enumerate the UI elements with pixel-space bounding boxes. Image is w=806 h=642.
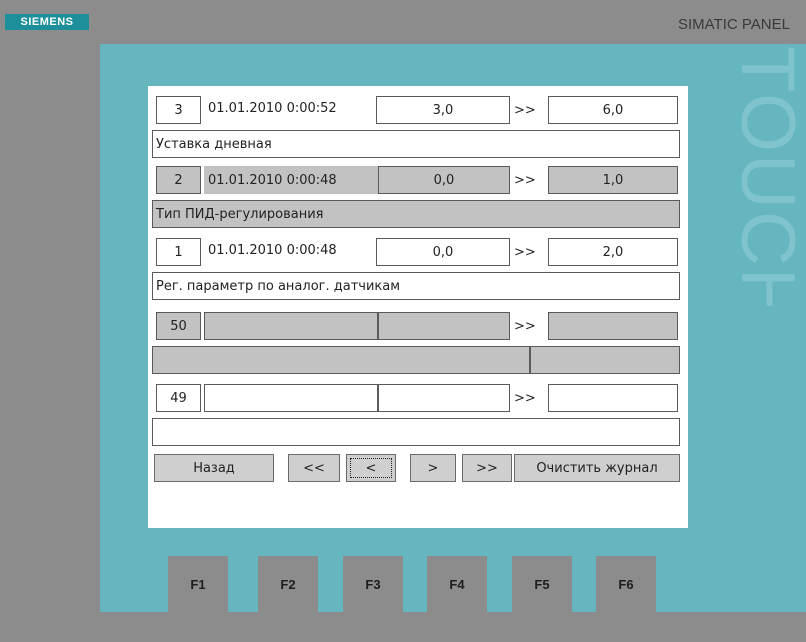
touch-lettering: TOUCH xyxy=(728,46,806,306)
entry-old-value[interactable] xyxy=(378,384,510,412)
entry-description: Рег. параметр по аналог. датчикам xyxy=(152,272,680,300)
last-page-button[interactable]: >> xyxy=(462,454,512,482)
entry-number: 2 xyxy=(156,166,201,194)
hmi-screen: 3 01.01.2010 0:00:52 3,0 >> 6,0 Уставка … xyxy=(148,86,688,528)
entry-number: 3 xyxy=(156,96,201,124)
function-key-f2[interactable]: F2 xyxy=(258,556,318,612)
entry-new-value[interactable]: 2,0 xyxy=(548,238,678,266)
entry-arrow: >> xyxy=(514,390,536,406)
entry-old-value[interactable]: 0,0 xyxy=(376,238,510,266)
entry-new-value[interactable]: 1,0 xyxy=(548,166,678,194)
entry-arrow: >> xyxy=(514,172,536,188)
entry-number: 50 xyxy=(156,312,201,340)
function-key-f6[interactable]: F6 xyxy=(596,556,656,612)
siemens-logo: SIEMENS xyxy=(5,14,89,30)
entry-timestamp xyxy=(204,312,378,340)
function-key-f3[interactable]: F3 xyxy=(343,556,403,612)
next-page-button[interactable]: > xyxy=(410,454,456,482)
entry-arrow: >> xyxy=(514,318,536,334)
entry-old-value[interactable]: 3,0 xyxy=(376,96,510,124)
function-key-f5[interactable]: F5 xyxy=(512,556,572,612)
entry-old-value[interactable]: 0,0 xyxy=(378,166,510,194)
entry-description: Уставка дневная xyxy=(152,130,680,158)
function-key-f4[interactable]: F4 xyxy=(427,556,487,612)
entry-timestamp: 01.01.2010 0:00:48 xyxy=(204,166,378,194)
previous-page-button[interactable]: < xyxy=(346,454,396,482)
entry-number: 49 xyxy=(156,384,201,412)
entry-description xyxy=(152,418,680,446)
entry-timestamp xyxy=(204,384,378,412)
entry-new-value[interactable] xyxy=(548,384,678,412)
entry-timestamp: 01.01.2010 0:00:52 xyxy=(208,100,337,116)
entry-number: 1 xyxy=(156,238,201,266)
entry-description: Тип ПИД-регулирования xyxy=(152,200,680,228)
clear-log-button[interactable]: Очистить журнал xyxy=(514,454,680,482)
entry-timestamp: 01.01.2010 0:00:48 xyxy=(208,242,337,258)
entry-new-value[interactable] xyxy=(548,312,678,340)
back-button[interactable]: Назад xyxy=(154,454,274,482)
entry-old-value[interactable] xyxy=(378,312,510,340)
entry-arrow: >> xyxy=(514,244,536,260)
entry-description-extra xyxy=(530,346,680,374)
entry-description xyxy=(152,346,530,374)
panel-model-label: SIMATIC PANEL xyxy=(678,16,790,33)
entry-arrow: >> xyxy=(514,102,536,118)
first-page-button[interactable]: << xyxy=(288,454,340,482)
entry-new-value[interactable]: 6,0 xyxy=(548,96,678,124)
function-key-f1[interactable]: F1 xyxy=(168,556,228,612)
